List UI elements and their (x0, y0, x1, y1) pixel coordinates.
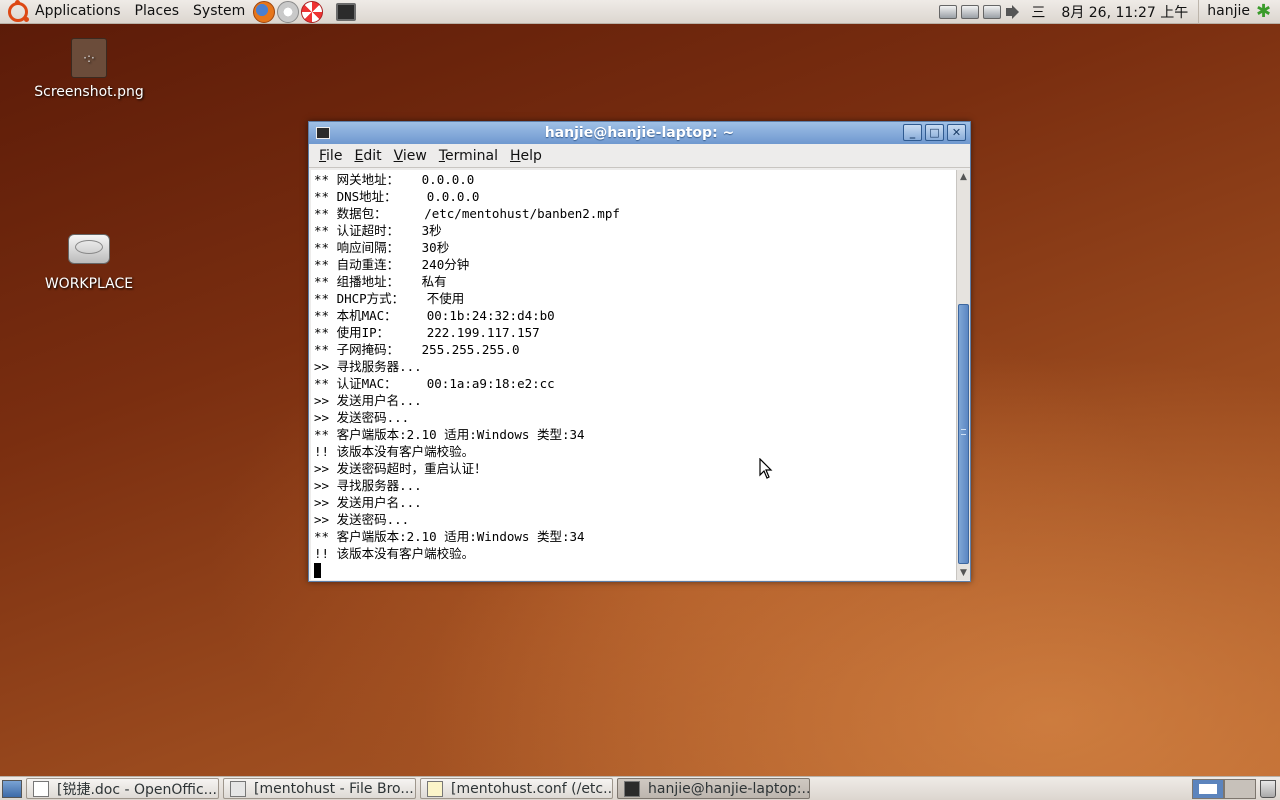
image-file-icon (71, 38, 107, 78)
terminal-line: >> 发送用户名... (314, 393, 422, 408)
scroll-up-icon[interactable]: ▲ (957, 170, 970, 184)
firefox-icon[interactable] (253, 0, 276, 23)
taskbar-item-label: [mentohust - File Bro... (254, 780, 414, 797)
menu-help[interactable]: Help (504, 148, 548, 164)
terminal-launcher-icon[interactable] (336, 2, 357, 21)
text-cursor (314, 563, 321, 578)
terminal-line: >> 寻找服务器... (314, 478, 422, 493)
terminal-line: ** 自动重连： 240分钟 (314, 257, 470, 272)
window-titlebar[interactable]: hanjie@hanjie-laptop: ~ _ □ ✕ (309, 122, 970, 144)
terminal-lines: ** 网关地址： 0.0.0.0 ** DNS地址： 0.0.0.0 ** 数据包：… (311, 170, 956, 579)
taskbar-item-file-browser[interactable]: [mentohust - File Bro... (223, 778, 416, 799)
menu-view[interactable]: View (388, 148, 433, 164)
bottom-panel: [锐捷.doc - OpenOffic... [mentohust - File… (0, 776, 1280, 800)
terminal-line: >> 发送密码... (314, 410, 410, 425)
terminal-line: !! 该版本没有客户端校验。 (314, 546, 475, 561)
menu-places[interactable]: Places (128, 0, 187, 24)
window-title: hanjie@hanjie-laptop: ~ (544, 125, 735, 141)
terminal-line: ** DNS地址： 0.0.0.0 (314, 189, 480, 204)
workspace-1[interactable] (1192, 778, 1224, 799)
terminal-line: ** 客户端版本:2.10 适用:Windows 类型:34 (314, 529, 585, 544)
taskbar-item-terminal[interactable]: hanjie@hanjie-laptop:... (617, 778, 810, 799)
menu-system[interactable]: System (186, 0, 252, 24)
drive-icon (68, 234, 110, 264)
user-menu[interactable]: hanjie (1198, 0, 1254, 24)
scroll-down-icon[interactable]: ▼ (957, 566, 970, 580)
menu-edit[interactable]: Edit (348, 148, 387, 164)
desktop-icon-label: WORKPLACE (44, 276, 134, 292)
network-icon[interactable] (961, 4, 980, 19)
terminal-line: ** 客户端版本:2.10 适用:Windows 类型:34 (314, 427, 585, 442)
terminal-line: ** 认证超时： 3秒 (314, 223, 442, 238)
minimize-button[interactable]: _ (903, 124, 922, 141)
show-desktop-icon[interactable] (2, 779, 22, 798)
terminal-line: ** 使用IP： 222.199.117.157 (314, 325, 540, 340)
menu-terminal[interactable]: Terminal (433, 148, 504, 164)
menu-applications[interactable]: Applications (28, 0, 128, 24)
text-editor-icon (427, 780, 443, 797)
terminal-line: ** 本机MAC： 00:1b:24:32:d4:b0 (314, 308, 555, 323)
printer-queue-icon[interactable] (983, 4, 1002, 19)
terminal-line: >> 发送密码超时，重启认证！ (314, 461, 487, 476)
maximize-button[interactable]: □ (925, 124, 944, 141)
terminal-line: ** 数据包： /etc/mentohust/banben2.mpf (314, 206, 620, 221)
terminal-prompt-line (314, 562, 956, 579)
grip-icon (961, 429, 966, 435)
terminal-line: >> 寻找服务器... (314, 359, 422, 374)
taskbar-item-openoffice[interactable]: [锐捷.doc - OpenOffic... (26, 778, 219, 799)
taskbar-item-label: [mentohust.conf (/etc... (451, 780, 613, 797)
desktop-icon-screenshot[interactable]: Screenshot.png (34, 38, 144, 100)
close-button[interactable]: ✕ (947, 124, 966, 141)
terminal-output[interactable]: ** 网关地址： 0.0.0.0 ** DNS地址： 0.0.0.0 ** 数据包：… (311, 170, 956, 580)
desktop-icon-workplace[interactable]: WORKPLACE (34, 234, 144, 292)
folder-icon (230, 780, 246, 797)
terminal-window: hanjie@hanjie-laptop: ~ _ □ ✕ File Edit … (308, 121, 971, 582)
terminal-icon (624, 780, 640, 797)
terminal-line: ** 响应间隔： 30秒 (314, 240, 450, 255)
terminal-line: ** 组播地址： 私有 (314, 274, 447, 289)
quit-icon[interactable]: ✱ (1256, 2, 1274, 21)
evolution-mail-icon[interactable] (277, 0, 300, 23)
workspace-2[interactable] (1224, 778, 1256, 799)
taskbar-item-text-editor[interactable]: [mentohust.conf (/etc... (420, 778, 613, 799)
vertical-scrollbar[interactable]: ▲ ▼ (956, 170, 970, 580)
top-panel: Applications Places System 三 8月 26, 11:2… (0, 0, 1280, 24)
scrollbar-thumb[interactable] (958, 304, 969, 564)
volume-icon[interactable] (1005, 4, 1023, 20)
window-controls: _ □ ✕ (900, 124, 966, 141)
input-method-indicator[interactable]: 三 (1025, 2, 1051, 22)
trash-icon[interactable] (1260, 779, 1276, 798)
menu-file[interactable]: File (313, 148, 348, 164)
printer-icon[interactable] (939, 4, 958, 19)
workspace-switcher (1192, 778, 1256, 799)
terminal-line: >> 发送密码... (314, 512, 410, 527)
terminal-line: >> 发送用户名... (314, 495, 422, 510)
terminal-line: ** 网关地址： 0.0.0.0 (314, 172, 475, 187)
clock[interactable]: 8月 26, 11:27 上午 (1051, 2, 1198, 22)
ubuntu-logo-icon[interactable] (8, 0, 29, 22)
terminal-line: ** 子网掩码： 255.255.255.0 (314, 342, 520, 357)
terminal-line: ** DHCP方式： 不使用 (314, 291, 465, 306)
taskbar-item-label: hanjie@hanjie-laptop:... (648, 780, 810, 797)
terminal-line: !! 该版本没有客户端校验。 (314, 444, 475, 459)
terminal-menubar: File Edit View Terminal Help (309, 144, 970, 168)
taskbar-item-label: [锐捷.doc - OpenOffic... (57, 781, 218, 798)
document-icon (33, 780, 49, 797)
terminal-line: ** 认证MAC： 00:1a:a9:18:e2:cc (314, 376, 555, 391)
desktop-icon-label: Screenshot.png (34, 84, 144, 100)
help-icon[interactable] (301, 0, 324, 23)
